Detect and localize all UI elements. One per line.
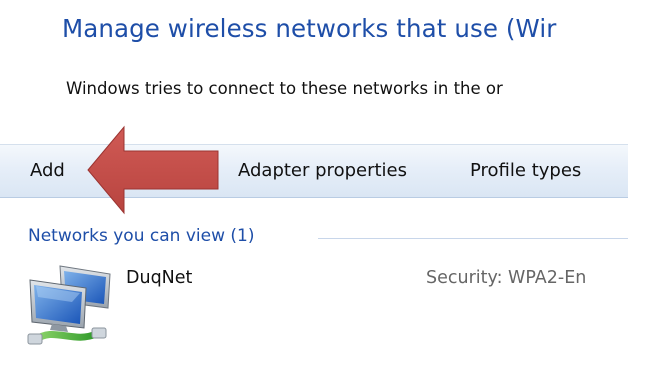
red-arrow-icon — [87, 125, 219, 215]
window-margin — [628, 0, 657, 372]
wireless-networks-window: Manage wireless networks that use (Wir W… — [0, 0, 628, 372]
